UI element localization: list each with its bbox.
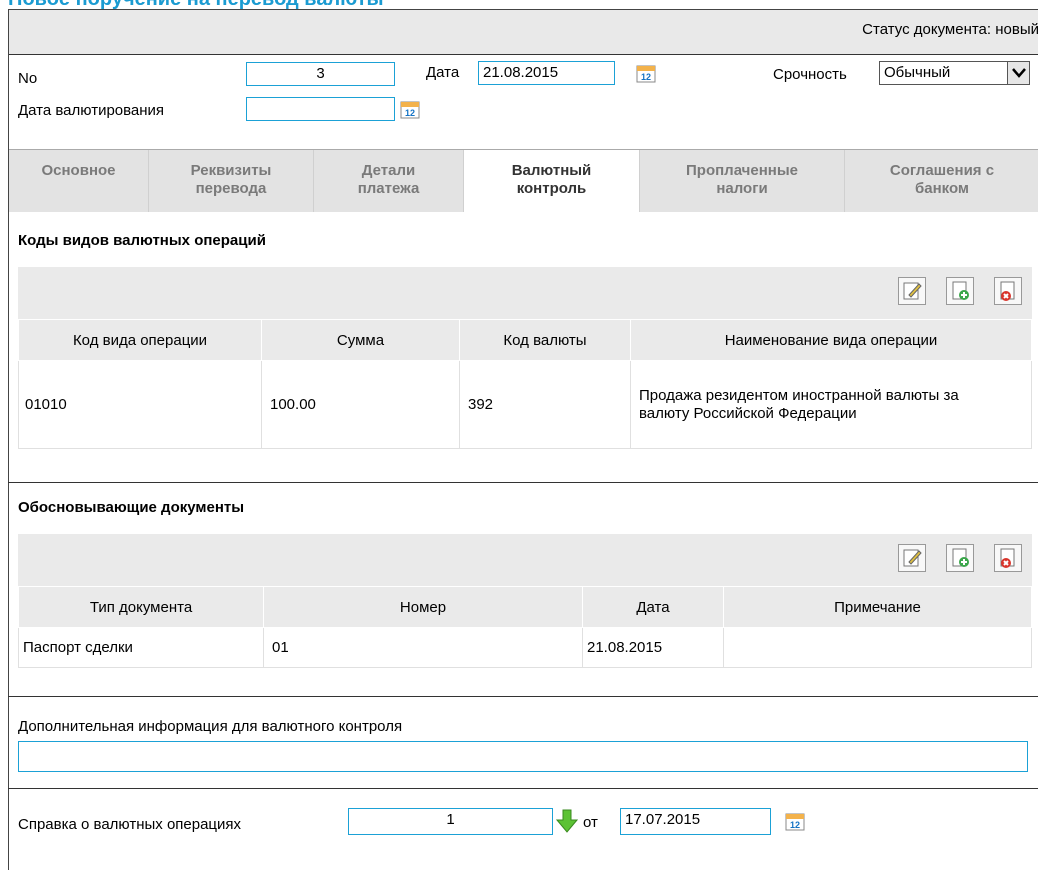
operations-title: Коды видов валютных операций	[18, 232, 266, 249]
table-header: Код вида операции Сумма Код валюты Наиме…	[18, 319, 1032, 361]
from-label: от	[583, 814, 598, 831]
tab-bar: Основное Реквизиты перевода Детали плате…	[9, 149, 1038, 212]
down-arrow-icon[interactable]	[555, 809, 579, 837]
no-label: No	[18, 70, 38, 87]
documents-title: Обосновывающие документы	[18, 499, 245, 516]
tab-paid-taxes[interactable]: Проплаченные налоги	[640, 150, 845, 212]
certificate-date-field[interactable]: 17.07.2015	[620, 808, 771, 835]
date-label: Дата	[426, 64, 460, 81]
certificate-number-field[interactable]: 1	[348, 808, 553, 835]
date-field[interactable]: 21.08.2015	[478, 61, 615, 85]
delete-icon[interactable]	[994, 277, 1022, 305]
additional-info-label: Дополнительная информация для валютного …	[18, 718, 403, 735]
operations-toolbar	[18, 267, 1032, 319]
add-icon[interactable]	[946, 277, 974, 305]
urgency-select[interactable]: Обычный	[879, 61, 1030, 85]
tab-main[interactable]: Основное	[9, 150, 149, 212]
edit-icon[interactable]	[898, 544, 926, 572]
documents-table: Тип документа Номер Дата Примечание Пасп…	[18, 586, 1032, 668]
document-status: Статус документа: новый	[862, 21, 1038, 38]
svg-text:12: 12	[405, 108, 415, 118]
table-header: Тип документа Номер Дата Примечание	[18, 586, 1032, 628]
calendar-icon[interactable]: 12	[400, 99, 420, 123]
svg-text:12: 12	[641, 72, 651, 82]
cell-doc-number: 01	[263, 627, 583, 668]
table-row[interactable]: Паспорт сделки 01 21.08.2015	[18, 627, 1032, 668]
tab-bank-agreements[interactable]: Соглашения с банком	[845, 150, 1038, 212]
cell-sum: 100.00	[261, 360, 460, 449]
value-date-field[interactable]	[246, 97, 395, 121]
column-header: Примечание	[723, 586, 1032, 628]
edit-icon[interactable]	[898, 277, 926, 305]
cell-doc-type: Паспорт сделки	[18, 627, 264, 668]
calendar-icon[interactable]: 12	[636, 63, 656, 87]
tab-currency-control[interactable]: Валютный контроль	[464, 150, 640, 212]
cell-doc-note	[723, 627, 1032, 668]
column-header: Дата	[582, 586, 724, 628]
chevron-down-icon[interactable]	[1007, 62, 1029, 84]
tab-payment-details[interactable]: Детали платежа	[314, 150, 464, 212]
add-icon[interactable]	[946, 544, 974, 572]
table-row[interactable]: 01010 100.00 392 Продажа резидентом инос…	[18, 360, 1032, 449]
tab-transfer-details[interactable]: Реквизиты перевода	[149, 150, 314, 212]
divider	[8, 788, 1038, 789]
divider	[8, 482, 1038, 483]
cell-doc-date: 21.08.2015	[582, 627, 724, 668]
cell-code: 01010	[18, 360, 262, 449]
urgency-label: Срочность	[773, 66, 847, 83]
additional-info-field[interactable]	[18, 741, 1028, 772]
status-bar: Статус документа: новый	[9, 10, 1038, 55]
delete-icon[interactable]	[994, 544, 1022, 572]
column-header: Код валюты	[459, 319, 631, 361]
calendar-icon[interactable]: 12	[785, 811, 805, 835]
operations-table: Код вида операции Сумма Код валюты Наиме…	[18, 319, 1032, 449]
column-header: Сумма	[261, 319, 460, 361]
column-header: Номер	[263, 586, 583, 628]
svg-text:12: 12	[790, 820, 800, 830]
divider	[8, 696, 1038, 697]
no-field[interactable]: 3	[246, 62, 395, 86]
value-date-label: Дата валютирования	[18, 102, 165, 119]
cell-operation-name: Продажа резидентом иностранной валюты за…	[630, 360, 1032, 449]
column-header: Наименование вида операции	[630, 319, 1032, 361]
cell-currency: 392	[459, 360, 631, 449]
urgency-value: Обычный	[884, 64, 951, 81]
column-header: Тип документа	[18, 586, 264, 628]
certificate-label: Справка о валютных операциях	[18, 816, 242, 833]
column-header: Код вида операции	[18, 319, 262, 361]
documents-toolbar	[18, 534, 1032, 586]
